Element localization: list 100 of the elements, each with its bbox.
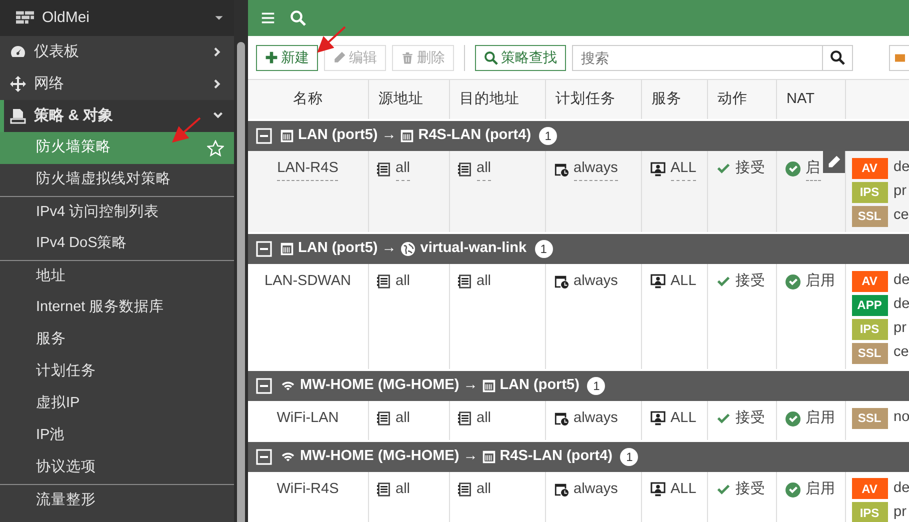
table-cell-text: ALL bbox=[670, 272, 696, 291]
collapse-toggle[interactable] bbox=[256, 128, 272, 144]
count-badge: 1 bbox=[539, 127, 558, 145]
nav-item[interactable]: 防火墙策略 bbox=[0, 132, 234, 164]
checkmark-icon bbox=[716, 162, 730, 176]
new-button[interactable]: 新建 bbox=[256, 44, 318, 70]
monitor-user-icon bbox=[650, 482, 666, 497]
port-icon bbox=[400, 129, 414, 143]
monitor-user-icon bbox=[650, 411, 666, 426]
arrow-text: → bbox=[463, 446, 478, 466]
gauge-icon bbox=[10, 44, 26, 60]
nav-item[interactable]: 服务 bbox=[0, 324, 234, 356]
table-cell-text: all bbox=[396, 409, 410, 428]
table-cell-text: 接受 bbox=[736, 480, 766, 499]
profile-name: de bbox=[894, 158, 909, 178]
collapse-toggle[interactable] bbox=[256, 448, 272, 465]
nav-item[interactable]: 虚拟IP bbox=[0, 388, 234, 420]
toolbar-button[interactable] bbox=[889, 44, 909, 70]
column-header[interactable]: 目的地址 bbox=[449, 80, 545, 120]
profile-name: ce bbox=[894, 206, 909, 226]
column-header[interactable]: 计划任务 bbox=[545, 80, 641, 120]
nav-item[interactable]: IPv4 DoS策略 bbox=[0, 228, 234, 260]
wifi-icon bbox=[280, 379, 296, 393]
table-cell: all bbox=[476, 158, 492, 181]
profile-name: de bbox=[894, 478, 909, 498]
profile-name: pr bbox=[894, 182, 906, 202]
nav-item[interactable]: Internet 服务数据库 bbox=[0, 292, 234, 324]
scrollbar-thumb[interactable] bbox=[237, 42, 245, 522]
profile-name: de bbox=[894, 295, 909, 314]
column-header[interactable]: 名称 bbox=[248, 80, 368, 120]
port-icon bbox=[482, 379, 496, 393]
profile-tag: SSL bbox=[852, 408, 888, 428]
search-icon bbox=[484, 50, 498, 64]
calendar-clock-icon bbox=[554, 162, 568, 177]
address-list-icon bbox=[376, 162, 390, 177]
interface-name: MW-HOME (MG-HOME) bbox=[300, 376, 460, 396]
check-circle-icon bbox=[784, 274, 800, 290]
interface-name: MW-HOME (MG-HOME) bbox=[300, 446, 460, 466]
search-field[interactable]: 搜索 bbox=[572, 44, 822, 70]
address-list-icon bbox=[458, 162, 472, 177]
port-icon bbox=[280, 242, 294, 256]
search-button[interactable] bbox=[822, 44, 853, 70]
table-cell-text: all bbox=[396, 272, 410, 291]
calendar-clock-icon bbox=[554, 411, 568, 426]
interface-name: LAN (port5) bbox=[298, 239, 378, 258]
table-cell-text: always bbox=[574, 480, 618, 499]
table-cell-text: WiFi-LAN bbox=[276, 409, 339, 428]
column-header[interactable]: 服务 bbox=[641, 80, 707, 120]
calendar-clock-icon bbox=[554, 274, 568, 290]
checkmark-icon bbox=[716, 274, 730, 289]
column-header[interactable]: 动作 bbox=[707, 80, 776, 120]
interface-name: LAN (port5) bbox=[500, 376, 580, 396]
profile-tag: APP bbox=[852, 294, 888, 316]
table-cell-text: ALL bbox=[670, 409, 696, 428]
profile-name: de bbox=[894, 271, 909, 290]
table-cell-text: 启用 bbox=[806, 480, 836, 499]
find-button[interactable]: 策略查找 bbox=[475, 44, 566, 70]
column-header[interactable]: 源地址 bbox=[368, 80, 449, 120]
arrow-text: → bbox=[382, 239, 396, 258]
nav-item[interactable]: 防火墙虚拟线对策略 bbox=[0, 164, 234, 196]
profile-tag: SSL bbox=[852, 206, 888, 226]
annotation-arrow bbox=[172, 117, 201, 143]
address-list-icon bbox=[458, 274, 472, 290]
edit-icon[interactable] bbox=[822, 151, 844, 173]
table-cell-text: always bbox=[574, 409, 618, 428]
table-cell-text: LAN-SDWAN bbox=[264, 272, 351, 291]
profile-tag: IPS bbox=[852, 318, 888, 340]
address-list-icon bbox=[376, 274, 390, 290]
table-cell: always bbox=[574, 158, 618, 181]
monitor-user-icon bbox=[650, 162, 666, 177]
interface-name: virtual-wan-link bbox=[420, 239, 527, 258]
table-cell-text: all bbox=[476, 272, 492, 291]
collapse-toggle[interactable] bbox=[256, 241, 272, 257]
nav-item[interactable]: 计划任务 bbox=[0, 356, 234, 388]
nav-item[interactable]: 网络 bbox=[0, 68, 234, 100]
profile-name: ce bbox=[894, 343, 909, 362]
nav-item[interactable]: 策略 & 对象 bbox=[0, 100, 234, 132]
search-icon[interactable] bbox=[290, 10, 306, 26]
search-icon bbox=[830, 50, 845, 65]
table-cell-text: ALL bbox=[670, 480, 696, 499]
interface-name: LAN (port5) bbox=[298, 126, 378, 146]
move-arrows-icon bbox=[10, 76, 26, 92]
profile-name: pr bbox=[894, 319, 906, 338]
table-cell-text: all bbox=[396, 480, 410, 499]
table-cell-text: always bbox=[574, 272, 618, 291]
collapse-toggle[interactable] bbox=[256, 378, 272, 394]
menu-icon[interactable] bbox=[260, 11, 276, 25]
nav-item[interactable]: 协议选项 bbox=[0, 452, 234, 484]
profile-tag: AV bbox=[852, 478, 888, 500]
nav-item[interactable]: 仪表板 bbox=[0, 36, 234, 68]
table-cell-text: all bbox=[476, 480, 492, 499]
count-badge: 1 bbox=[587, 377, 606, 395]
table-cell: all bbox=[396, 158, 410, 181]
table-cell-text: 接受 bbox=[736, 409, 766, 428]
star-icon[interactable] bbox=[207, 140, 224, 156]
check-circle-icon bbox=[784, 482, 800, 498]
table-cell: 启 bbox=[806, 158, 820, 181]
nav-item[interactable]: IP池 bbox=[0, 420, 234, 452]
column-header[interactable]: NAT bbox=[776, 80, 845, 120]
plus-icon bbox=[265, 51, 278, 64]
